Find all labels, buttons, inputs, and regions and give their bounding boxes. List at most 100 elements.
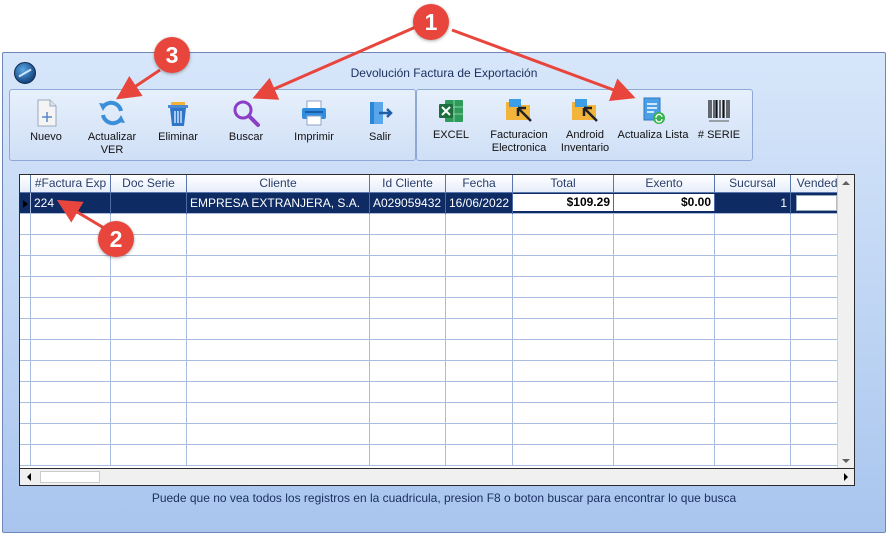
grid-cell[interactable] [31, 382, 111, 403]
grid-cell[interactable] [446, 424, 513, 445]
grid-cell[interactable] [446, 403, 513, 424]
grid-cell[interactable] [614, 403, 715, 424]
column-header-total[interactable]: Total [513, 175, 614, 193]
grid-cell[interactable] [31, 424, 111, 445]
cell-fecha[interactable]: 16/06/2022 [446, 193, 513, 214]
grid-cell[interactable] [111, 424, 187, 445]
grid-cell[interactable] [370, 298, 446, 319]
table-row[interactable] [20, 235, 854, 256]
table-row[interactable] [20, 214, 854, 235]
scroll-down-icon[interactable] [838, 453, 854, 469]
grid-cell[interactable] [370, 319, 446, 340]
grid-cell[interactable] [111, 382, 187, 403]
column-header-fecha[interactable]: Fecha [446, 175, 513, 193]
grid-cell[interactable] [715, 424, 791, 445]
grid-cell[interactable] [715, 319, 791, 340]
grid-cell[interactable] [446, 256, 513, 277]
grid-cell[interactable] [370, 256, 446, 277]
grid-cell[interactable] [31, 298, 111, 319]
scroll-left-icon[interactable] [22, 469, 38, 485]
grid-cell[interactable] [513, 214, 614, 235]
grid-cell[interactable] [715, 445, 791, 466]
scroll-up-icon[interactable] [838, 175, 854, 191]
grid-cell[interactable] [446, 445, 513, 466]
grid-cell[interactable] [111, 319, 187, 340]
grid-cell[interactable] [31, 403, 111, 424]
grid-cell[interactable] [370, 361, 446, 382]
table-row[interactable] [20, 382, 854, 403]
table-row[interactable] [20, 424, 854, 445]
horizontal-scrollbar[interactable] [20, 468, 854, 485]
grid-cell[interactable] [614, 256, 715, 277]
grid-cell[interactable] [446, 319, 513, 340]
column-header-doc-serie[interactable]: Doc Serie [111, 175, 187, 193]
grid-cell[interactable] [370, 382, 446, 403]
cell-cliente[interactable]: EMPRESA EXTRANJERA, S.A. [187, 193, 370, 214]
grid-cell[interactable] [187, 382, 370, 403]
grid-cell[interactable] [111, 445, 187, 466]
refresh-button[interactable]: Actualizar VER [80, 94, 144, 158]
vertical-scrollbar[interactable] [837, 175, 854, 469]
grid-cell[interactable] [370, 445, 446, 466]
grid-cell[interactable] [370, 214, 446, 235]
grid-cell[interactable] [187, 235, 370, 256]
grid-cell[interactable] [446, 382, 513, 403]
grid-cell[interactable] [187, 403, 370, 424]
android-inventory-button[interactable]: Android Inventario [553, 94, 617, 158]
grid-cell[interactable] [446, 298, 513, 319]
search-button[interactable]: Buscar [214, 94, 278, 158]
scroll-thumb[interactable] [40, 471, 100, 483]
grid-cell[interactable] [187, 277, 370, 298]
grid-cell[interactable] [187, 424, 370, 445]
grid-cell[interactable] [614, 424, 715, 445]
table-row[interactable] [20, 403, 854, 424]
grid-cell[interactable] [187, 256, 370, 277]
grid-cell[interactable] [370, 277, 446, 298]
grid-cell[interactable] [446, 277, 513, 298]
grid-cell[interactable] [614, 277, 715, 298]
grid-cell[interactable] [111, 403, 187, 424]
electronic-invoicing-button[interactable]: Facturacion Electronica [487, 94, 551, 158]
grid-cell[interactable] [614, 298, 715, 319]
grid-cell[interactable] [187, 319, 370, 340]
cell-doc-serie[interactable] [111, 193, 187, 214]
excel-button[interactable]: EXCEL [419, 94, 483, 158]
grid-cell[interactable] [370, 340, 446, 361]
grid-cell[interactable] [513, 445, 614, 466]
grid-cell[interactable] [187, 298, 370, 319]
print-button[interactable]: Imprimir [282, 94, 346, 158]
grid-cell[interactable] [513, 382, 614, 403]
table-row-selected[interactable]: 224 EMPRESA EXTRANJERA, S.A. A029059432 … [20, 193, 854, 214]
table-row[interactable] [20, 340, 854, 361]
update-list-button[interactable]: Actualiza Lista [618, 94, 688, 158]
grid-cell[interactable] [31, 340, 111, 361]
grid-cell[interactable] [370, 424, 446, 445]
grid-cell[interactable] [513, 277, 614, 298]
column-header-sucursal[interactable]: Sucursal [715, 175, 791, 193]
grid-cell[interactable] [111, 361, 187, 382]
grid-cell[interactable] [111, 298, 187, 319]
grid-cell[interactable] [31, 319, 111, 340]
grid-cell[interactable] [187, 445, 370, 466]
grid-cell[interactable] [715, 298, 791, 319]
grid-cell[interactable] [715, 403, 791, 424]
table-row[interactable] [20, 361, 854, 382]
grid-cell[interactable] [370, 235, 446, 256]
cell-id-cliente[interactable]: A029059432 [370, 193, 446, 214]
grid-cell[interactable] [513, 361, 614, 382]
table-row[interactable] [20, 298, 854, 319]
grid-cell[interactable] [513, 298, 614, 319]
table-row[interactable] [20, 319, 854, 340]
cell-sucursal[interactable]: 1 [715, 193, 791, 214]
grid-cell[interactable] [715, 214, 791, 235]
column-header-factura[interactable]: #Factura Exp [31, 175, 111, 193]
grid-cell[interactable] [111, 340, 187, 361]
table-row[interactable] [20, 256, 854, 277]
grid-cell[interactable] [715, 382, 791, 403]
grid-cell[interactable] [31, 256, 111, 277]
grid-cell[interactable] [111, 277, 187, 298]
column-header-cliente[interactable]: Cliente [187, 175, 370, 193]
scroll-right-icon[interactable] [838, 469, 854, 485]
grid-cell[interactable] [31, 445, 111, 466]
grid-cell[interactable] [31, 361, 111, 382]
